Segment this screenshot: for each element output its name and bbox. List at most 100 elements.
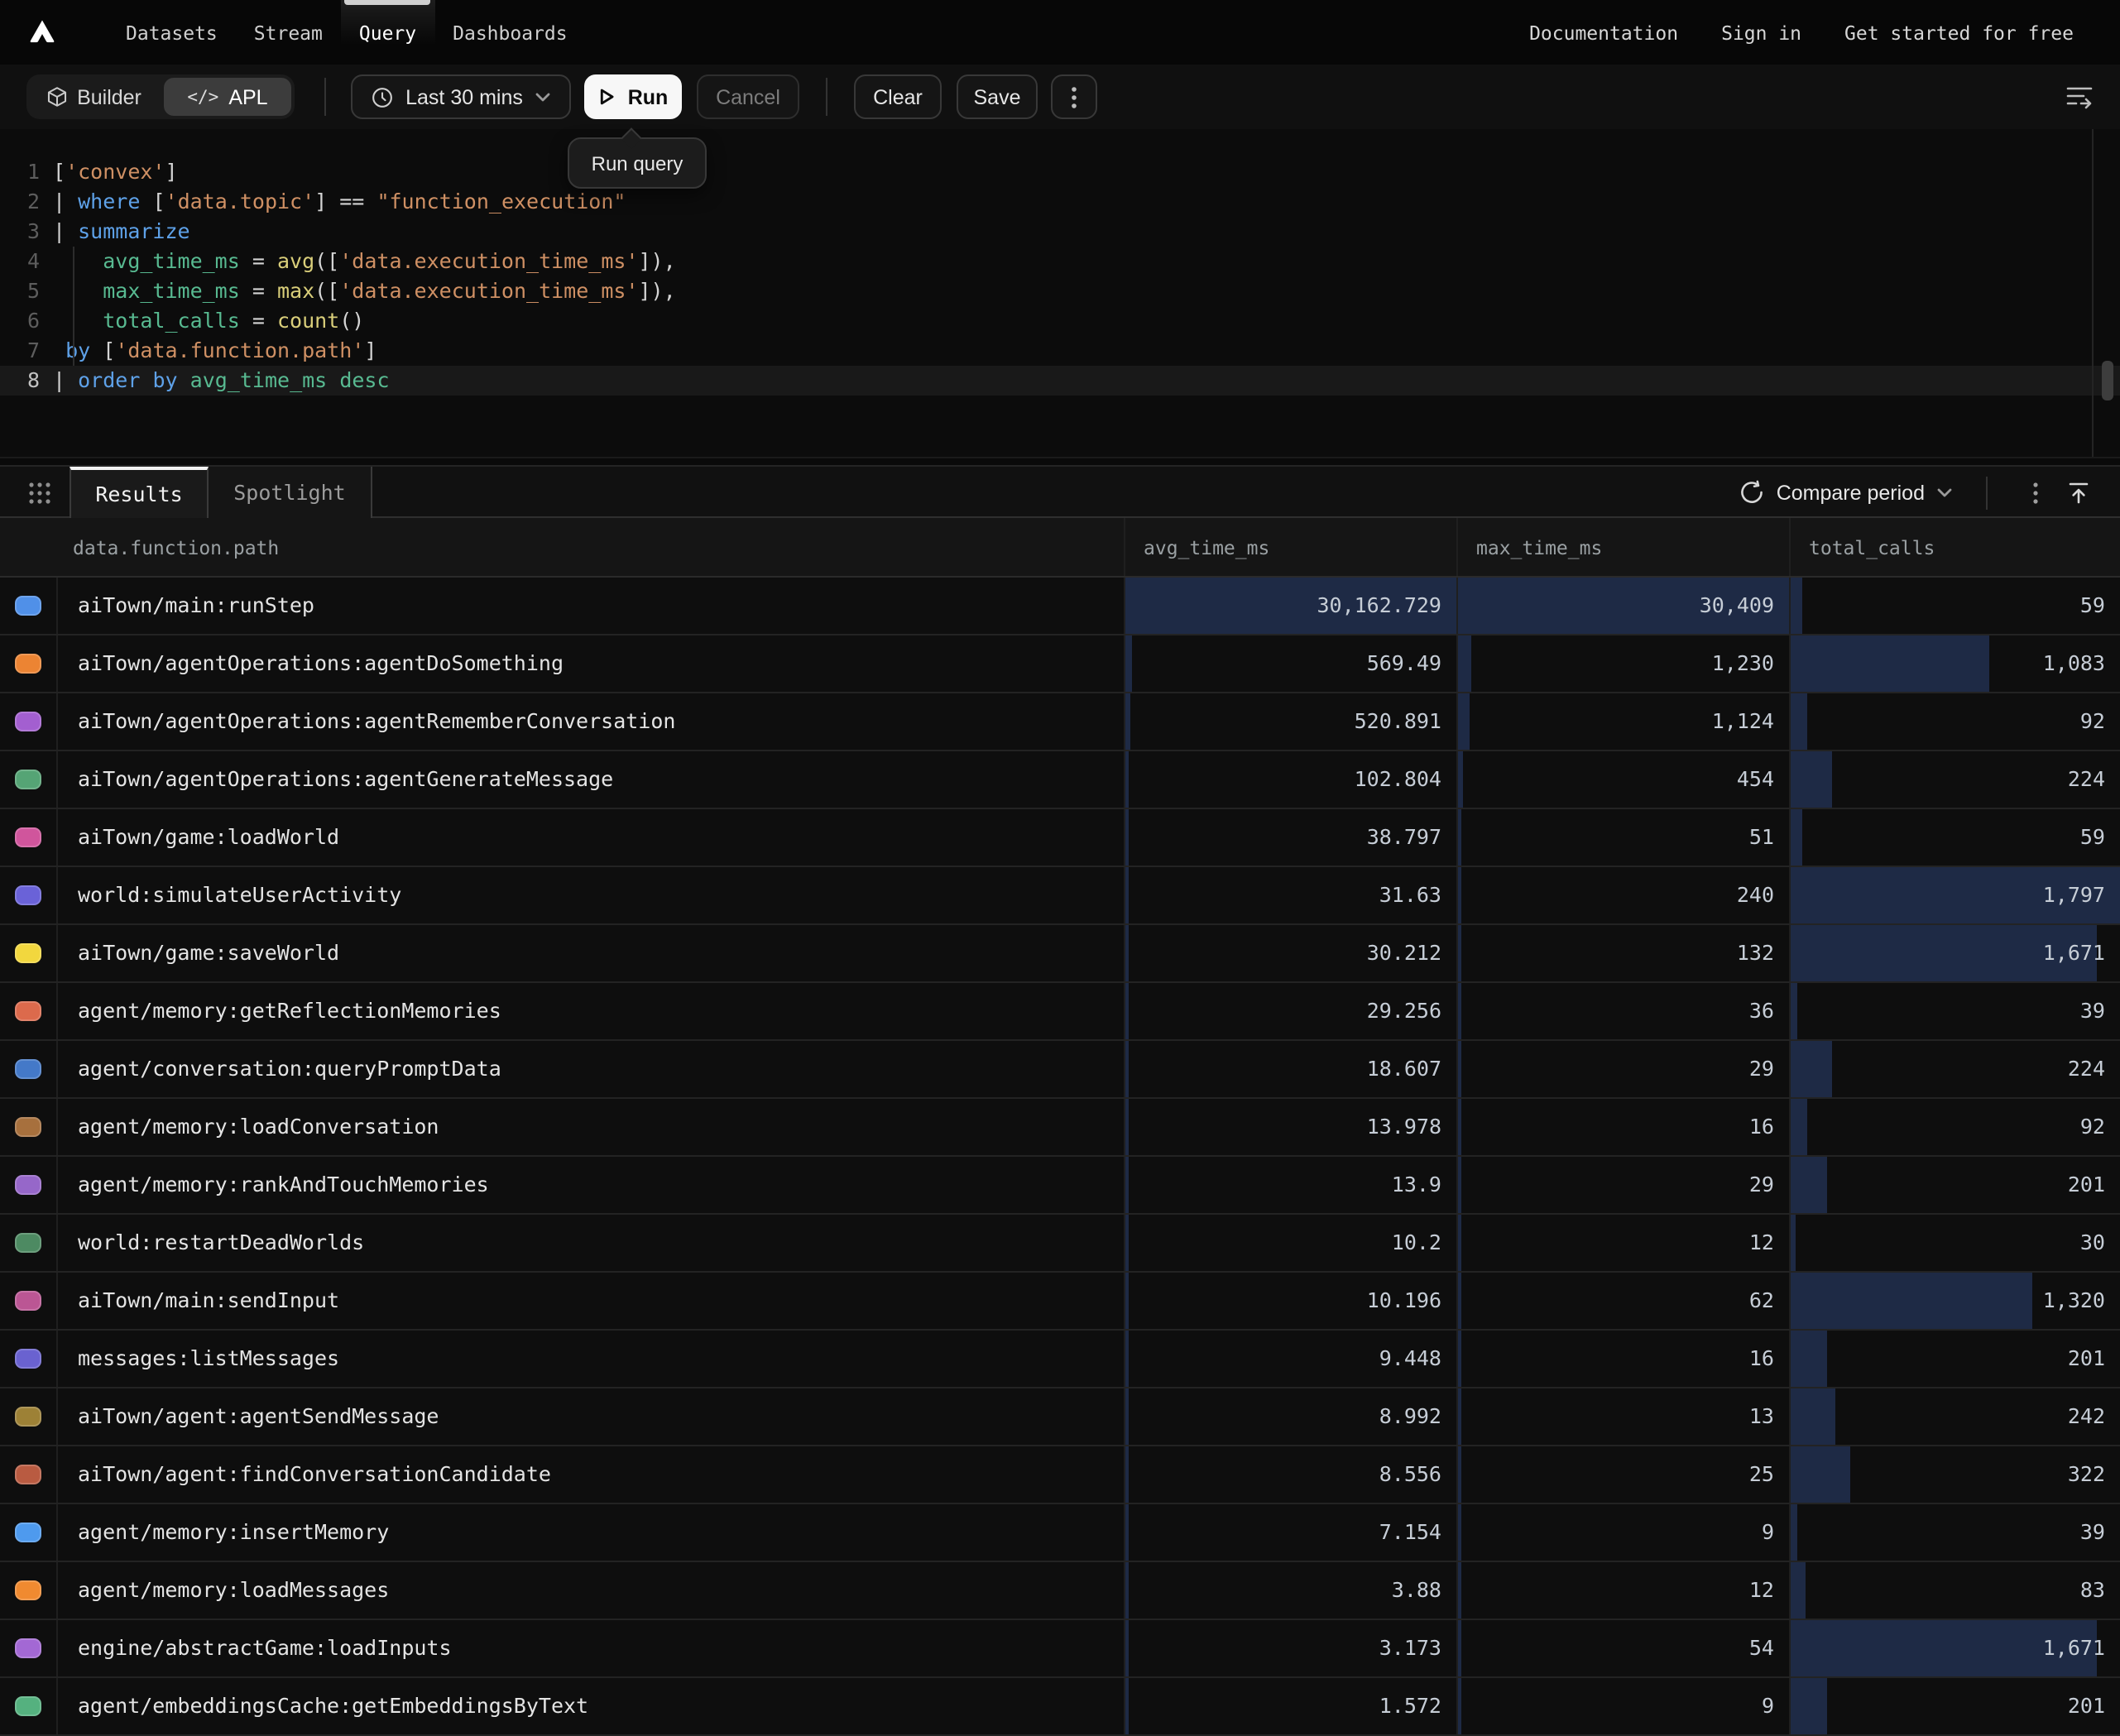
run-button[interactable]: Run xyxy=(584,74,682,119)
time-range-button[interactable]: Last 30 mins xyxy=(351,74,571,119)
nav-item-stream[interactable]: Stream xyxy=(236,0,341,65)
function-path-cell[interactable]: aiTown/main:runStep xyxy=(56,578,1124,634)
total-calls-cell[interactable]: 30 xyxy=(1789,1215,2120,1271)
function-path-cell[interactable]: aiTown/agent:findConversationCandidate xyxy=(56,1446,1124,1503)
function-path-cell[interactable]: agent/memory:loadMessages xyxy=(56,1562,1124,1619)
max-time-cell[interactable]: 9 xyxy=(1456,1678,1789,1734)
avg-time-cell[interactable]: 3.88 xyxy=(1124,1562,1456,1619)
word-wrap-toggle[interactable] xyxy=(2065,83,2094,109)
nav-item-query[interactable]: Query xyxy=(341,0,434,65)
builder-mode-button[interactable]: Builder xyxy=(30,78,157,116)
save-button[interactable]: Save xyxy=(957,74,1038,119)
function-path-cell[interactable]: aiTown/main:sendInput xyxy=(56,1273,1124,1329)
avg-time-cell[interactable]: 9.448 xyxy=(1124,1331,1456,1387)
code-line[interactable]: 2| where ['data.topic'] == "function_exe… xyxy=(0,187,2120,217)
function-path-cell[interactable]: engine/abstractGame:loadInputs xyxy=(56,1620,1124,1676)
total-calls-cell[interactable]: 242 xyxy=(1789,1388,2120,1445)
table-row[interactable]: messages:listMessages9.44816201 xyxy=(0,1331,2120,1388)
total-calls-cell[interactable]: 92 xyxy=(1789,693,2120,750)
drag-handle[interactable] xyxy=(26,480,53,506)
apl-mode-button[interactable]: </> APL xyxy=(164,78,291,116)
more-options-button[interactable] xyxy=(1051,74,1097,119)
function-path-cell[interactable]: aiTown/agent:agentSendMessage xyxy=(56,1388,1124,1445)
max-time-cell[interactable]: 62 xyxy=(1456,1273,1789,1329)
avg-time-cell[interactable]: 7.154 xyxy=(1124,1504,1456,1561)
max-time-cell[interactable]: 16 xyxy=(1456,1331,1789,1387)
code-line[interactable]: 4 avg_time_ms = avg(['data.execution_tim… xyxy=(0,247,2120,276)
total-calls-cell[interactable]: 1,671 xyxy=(1789,925,2120,981)
max-time-cell[interactable]: 29 xyxy=(1456,1157,1789,1213)
column-header-path[interactable]: data.function.path xyxy=(0,518,1124,576)
max-time-cell[interactable]: 29 xyxy=(1456,1041,1789,1097)
code-line[interactable]: 1['convex'] xyxy=(0,157,2120,187)
function-path-cell[interactable]: aiTown/game:saveWorld xyxy=(56,925,1124,981)
table-row[interactable]: aiTown/game:saveWorld30.2121321,671 xyxy=(0,925,2120,983)
column-header-total[interactable]: total_calls xyxy=(1789,518,2120,576)
tab-spotlight[interactable]: Spotlight xyxy=(209,467,372,518)
total-calls-cell[interactable]: 322 xyxy=(1789,1446,2120,1503)
total-calls-cell[interactable]: 39 xyxy=(1789,1504,2120,1561)
max-time-cell[interactable]: 132 xyxy=(1456,925,1789,981)
total-calls-cell[interactable]: 1,083 xyxy=(1789,635,2120,692)
avg-time-cell[interactable]: 520.891 xyxy=(1124,693,1456,750)
table-row[interactable]: world:restartDeadWorlds10.21230 xyxy=(0,1215,2120,1273)
tab-results[interactable]: Results xyxy=(70,467,209,518)
nav-item-datasets[interactable]: Datasets xyxy=(108,0,236,65)
max-time-cell[interactable]: 240 xyxy=(1456,867,1789,923)
code-line[interactable]: 5 max_time_ms = max(['data.execution_tim… xyxy=(0,276,2120,306)
nav-link-documentation[interactable]: Documentation xyxy=(1529,21,1678,44)
nav-link-get-started[interactable]: Get started for free xyxy=(1844,21,2074,44)
table-row[interactable]: agent/embeddingsCache:getEmbeddingsByTex… xyxy=(0,1678,2120,1736)
max-time-cell[interactable]: 454 xyxy=(1456,751,1789,808)
table-row[interactable]: aiTown/main:sendInput10.196621,320 xyxy=(0,1273,2120,1331)
avg-time-cell[interactable]: 10.196 xyxy=(1124,1273,1456,1329)
clear-button[interactable]: Clear xyxy=(854,74,942,119)
total-calls-cell[interactable]: 224 xyxy=(1789,1041,2120,1097)
avg-time-cell[interactable]: 31.63 xyxy=(1124,867,1456,923)
avg-time-cell[interactable]: 1.572 xyxy=(1124,1678,1456,1734)
max-time-cell[interactable]: 1,124 xyxy=(1456,693,1789,750)
total-calls-cell[interactable]: 92 xyxy=(1789,1099,2120,1155)
avg-time-cell[interactable]: 30.212 xyxy=(1124,925,1456,981)
max-time-cell[interactable]: 30,409 xyxy=(1456,578,1789,634)
column-header-max[interactable]: max_time_ms xyxy=(1456,518,1789,576)
function-path-cell[interactable]: agent/memory:insertMemory xyxy=(56,1504,1124,1561)
function-path-cell[interactable]: aiTown/game:loadWorld xyxy=(56,809,1124,866)
max-time-cell[interactable]: 12 xyxy=(1456,1215,1789,1271)
nav-item-dashboards[interactable]: Dashboards xyxy=(434,0,586,65)
max-time-cell[interactable]: 36 xyxy=(1456,983,1789,1039)
function-path-cell[interactable]: agent/memory:getReflectionMemories xyxy=(56,983,1124,1039)
cancel-button[interactable]: Cancel xyxy=(697,74,799,119)
table-row[interactable]: aiTown/agentOperations:agentDoSomething5… xyxy=(0,635,2120,693)
avg-time-cell[interactable]: 102.804 xyxy=(1124,751,1456,808)
table-row[interactable]: engine/abstractGame:loadInputs3.173541,6… xyxy=(0,1620,2120,1678)
function-path-cell[interactable]: agent/memory:loadConversation xyxy=(56,1099,1124,1155)
total-calls-cell[interactable]: 224 xyxy=(1789,751,2120,808)
avg-time-cell[interactable]: 3.173 xyxy=(1124,1620,1456,1676)
table-row[interactable]: aiTown/main:runStep30,162.72930,40959 xyxy=(0,578,2120,635)
total-calls-cell[interactable]: 1,320 xyxy=(1789,1273,2120,1329)
editor-scrollbar-thumb[interactable] xyxy=(2102,361,2113,400)
avg-time-cell[interactable]: 38.797 xyxy=(1124,809,1456,866)
max-time-cell[interactable]: 12 xyxy=(1456,1562,1789,1619)
function-path-cell[interactable]: world:simulateUserActivity xyxy=(56,867,1124,923)
avg-time-cell[interactable]: 569.49 xyxy=(1124,635,1456,692)
table-row[interactable]: agent/memory:loadMessages3.881283 xyxy=(0,1562,2120,1620)
table-row[interactable]: agent/memory:loadConversation13.9781692 xyxy=(0,1099,2120,1157)
nav-link-sign-in[interactable]: Sign in xyxy=(1721,21,1801,44)
function-path-cell[interactable]: agent/embeddingsCache:getEmbeddingsByTex… xyxy=(56,1678,1124,1734)
max-time-cell[interactable]: 54 xyxy=(1456,1620,1789,1676)
function-path-cell[interactable]: agent/memory:rankAndTouchMemories xyxy=(56,1157,1124,1213)
max-time-cell[interactable]: 25 xyxy=(1456,1446,1789,1503)
avg-time-cell[interactable]: 13.9 xyxy=(1124,1157,1456,1213)
column-header-avg[interactable]: avg_time_ms xyxy=(1124,518,1456,576)
max-time-cell[interactable]: 16 xyxy=(1456,1099,1789,1155)
table-row[interactable]: world:simulateUserActivity31.632401,797 xyxy=(0,867,2120,925)
code-editor[interactable]: 1['convex']2| where ['data.topic'] == "f… xyxy=(0,129,2120,458)
avg-time-cell[interactable]: 8.992 xyxy=(1124,1388,1456,1445)
max-time-cell[interactable]: 9 xyxy=(1456,1504,1789,1561)
function-path-cell[interactable]: aiTown/agentOperations:agentDoSomething xyxy=(56,635,1124,692)
total-calls-cell[interactable]: 201 xyxy=(1789,1331,2120,1387)
code-line[interactable]: 3| summarize xyxy=(0,217,2120,247)
table-row[interactable]: aiTown/agentOperations:agentGenerateMess… xyxy=(0,751,2120,809)
